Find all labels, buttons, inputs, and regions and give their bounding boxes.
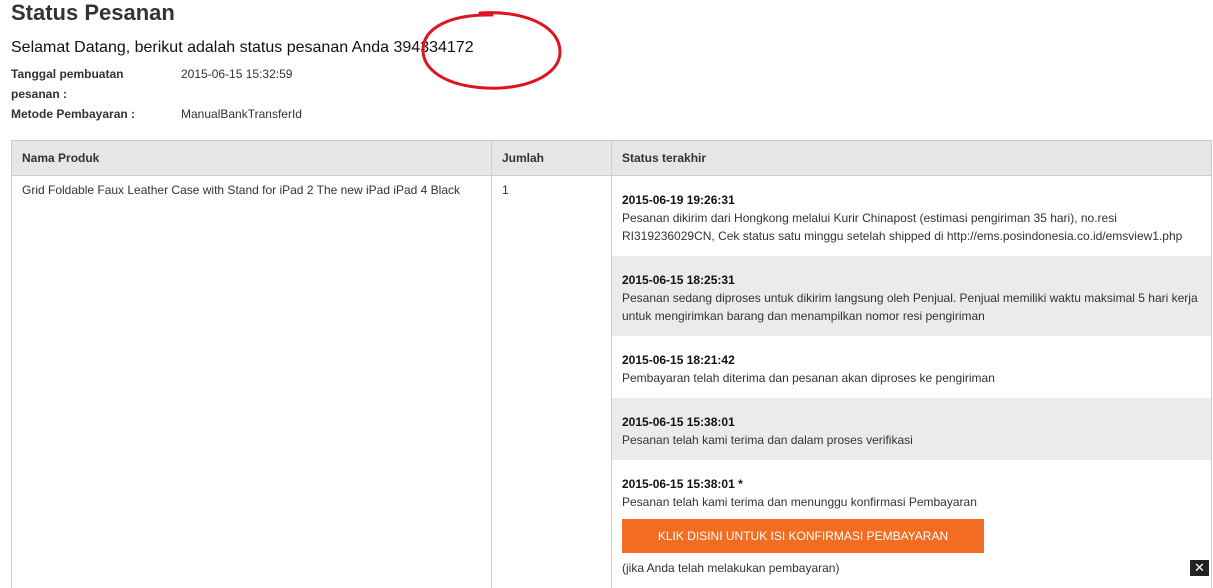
- created-date-value: 2015-06-15 15:32:59: [181, 65, 292, 83]
- status-entry: 2015-06-15 18:25:31 Pesanan sedang dipro…: [612, 256, 1211, 336]
- status-desc: Pesanan sedang diproses untuk dikirim la…: [622, 289, 1201, 325]
- welcome-text: Selamat Datang, berikut adalah status pe…: [11, 39, 389, 56]
- welcome-message: Selamat Datang, berikut adalah status pe…: [11, 38, 474, 58]
- status-time: 2015-06-15 15:38:01 *: [622, 475, 1201, 493]
- header-latest-status: Status terakhir: [612, 141, 1212, 176]
- status-desc: Pesanan dikirim dari Hongkong melalui Ku…: [622, 209, 1201, 245]
- quantity-cell: 1: [492, 176, 612, 588]
- order-number: 394334172: [394, 39, 474, 56]
- status-time: 2015-06-15 15:38:01: [622, 413, 1201, 431]
- payment-method-label: Metode Pembayaran :: [11, 105, 135, 123]
- quantity-value: 1: [492, 176, 611, 204]
- status-time: 2015-06-19 19:26:31: [622, 191, 1201, 209]
- close-icon[interactable]: ✕: [1190, 560, 1209, 576]
- table-header-row: Nama Produk Jumlah Status terakhir: [12, 141, 1212, 176]
- order-table: Nama Produk Jumlah Status terakhir Grid …: [11, 140, 1212, 588]
- header-product-name: Nama Produk: [12, 141, 492, 176]
- payment-note: (jika Anda telah melakukan pembayaran): [622, 559, 1201, 577]
- status-time: 2015-06-15 18:21:42: [622, 351, 1201, 369]
- status-time: 2015-06-15 18:25:31: [622, 271, 1201, 289]
- status-entry: 2015-06-15 15:38:01 * Pesanan telah kami…: [612, 460, 1211, 588]
- status-cell: 2015-06-19 19:26:31 Pesanan dikirim dari…: [612, 176, 1212, 588]
- table-row: Grid Foldable Faux Leather Case with Sta…: [12, 176, 1212, 588]
- created-date-label-cont: pesanan :: [11, 85, 67, 103]
- page-title: Status Pesanan: [11, 0, 175, 27]
- status-entry: 2015-06-15 15:38:01 Pesanan telah kami t…: [612, 398, 1211, 460]
- product-cell: Grid Foldable Faux Leather Case with Sta…: [12, 176, 492, 588]
- product-name: Grid Foldable Faux Leather Case with Sta…: [12, 176, 491, 204]
- status-desc: Pesanan telah kami terima dan dalam pros…: [622, 431, 1201, 449]
- status-desc: Pesanan telah kami terima dan menunggu k…: [622, 493, 1201, 511]
- created-date-label: Tanggal pembuatan: [11, 65, 123, 83]
- status-desc: Pembayaran telah diterima dan pesanan ak…: [622, 369, 1201, 387]
- status-entry: 2015-06-19 19:26:31 Pesanan dikirim dari…: [612, 176, 1211, 256]
- header-quantity: Jumlah: [492, 141, 612, 176]
- payment-confirmation-button[interactable]: KLIK DISINI UNTUK ISI KONFIRMASI PEMBAYA…: [622, 519, 984, 553]
- status-entry: 2015-06-15 18:21:42 Pembayaran telah dit…: [612, 336, 1211, 398]
- payment-method-value: ManualBankTransferId: [181, 105, 302, 123]
